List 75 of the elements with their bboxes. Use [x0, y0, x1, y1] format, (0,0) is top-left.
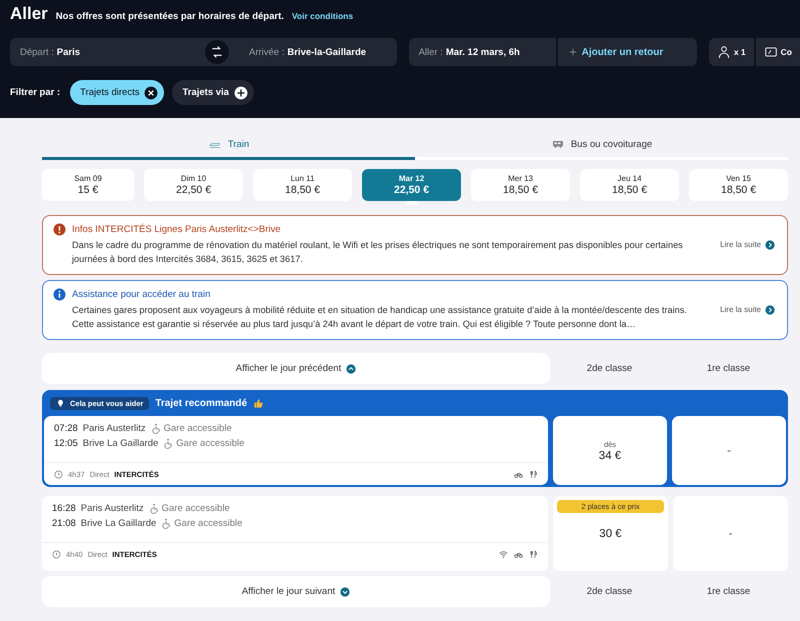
- outbound-date-field[interactable]: Aller : Mar. 12 mars, 6h: [408, 38, 558, 66]
- first-class-price[interactable]: -: [672, 416, 786, 485]
- alert-title: Infos INTERCITÉS Lignes Paris Austerlitz<>Brive: [72, 224, 281, 235]
- price-amount: 34 €: [598, 450, 622, 462]
- stop-time: 07:28: [54, 423, 78, 434]
- class-heading: 1re classe: [706, 363, 752, 374]
- swap-button[interactable]: [205, 40, 229, 64]
- price-amount: -: [727, 444, 731, 456]
- page-title: Aller: [10, 4, 48, 24]
- class-heading: 2de classe: [586, 586, 634, 597]
- wifi-icon: [499, 550, 508, 558]
- station-name: Paris Austerlitz: [80, 503, 144, 514]
- station-name: Paris Austerlitz: [82, 423, 146, 434]
- date-card[interactable]: Sam 09 15 €: [42, 169, 134, 201]
- chevron-up-icon: [346, 364, 356, 374]
- wheelchair-icon: [163, 438, 174, 449]
- lightbulb-icon: [56, 398, 65, 408]
- wheelchair-icon: [148, 503, 160, 514]
- chevron-down-icon: [340, 586, 350, 596]
- add-return-button[interactable]: Ajouter un retour: [558, 38, 674, 66]
- stop-time: 21:08: [52, 518, 76, 529]
- date-card[interactable]: Mer 13 18,50 €: [471, 169, 570, 201]
- plus-icon: [234, 86, 248, 100]
- discount-card-button[interactable]: Co: [756, 38, 800, 66]
- read-more-link[interactable]: Lire la suite: [720, 240, 775, 250]
- accessibility-label: Gare accessible: [162, 503, 230, 514]
- date-card[interactable]: Dim 10 22,50 €: [144, 169, 244, 201]
- passengers-button[interactable]: x 1: [708, 38, 756, 66]
- cutlery-icon: [529, 550, 538, 558]
- price-amount: 30 €: [599, 528, 622, 540]
- read-more-link[interactable]: Lire la suite: [720, 304, 775, 314]
- previous-day-button[interactable]: Afficher le jour précédent: [42, 353, 550, 384]
- filter-chip[interactable]: Trajets directs: [70, 80, 164, 105]
- class-heading: 2de classe: [586, 363, 634, 374]
- card-icon: [764, 45, 778, 59]
- station-name: Brive La Gaillarde: [82, 438, 158, 449]
- chevron-right-icon: [765, 304, 775, 314]
- first-class-price[interactable]: -: [673, 496, 788, 571]
- alert-text: Certaines gares proposent aux voyageurs à mobilité réduite et en situation de handicap une assistance gratuite d’aide à la montée/descente des trains. Cette assistance est garantie si réservée au plus tard jusqu’à 24h avant le départ de votre train. Qui est éligible ? Toute personne dont la…: [72, 304, 688, 331]
- date-card[interactable]: Jeu 14 18,50 €: [580, 169, 680, 201]
- stop-time: 12:05: [54, 438, 78, 449]
- wheelchair-icon: [161, 518, 172, 529]
- accessibility-label: Gare accessible: [164, 423, 232, 434]
- page-subtitle: Nos offres sont présentées par horaires de départ.: [56, 11, 284, 22]
- next-day-button[interactable]: Afficher le jour suivant: [42, 576, 550, 607]
- alert-title: Assistance pour accéder au train: [72, 289, 210, 300]
- filter-label: Filtrer par :: [10, 87, 60, 98]
- clock-icon: [54, 470, 63, 478]
- wheelchair-icon: [150, 423, 162, 434]
- close-icon: [144, 86, 158, 100]
- info-icon: [53, 288, 66, 301]
- station-name: Brive La Gaillarde: [80, 518, 156, 529]
- departure-field[interactable]: Départ : Paris: [10, 38, 205, 66]
- chevron-right-icon: [765, 240, 775, 250]
- bus-icon: [550, 138, 565, 150]
- arrival-field[interactable]: Arrivée : Brive-la-Gaillarde: [239, 38, 397, 66]
- clock-icon: [52, 550, 61, 558]
- accessibility-label: Gare accessible: [174, 518, 242, 529]
- mode-tab[interactable]: Bus ou covoiturage: [415, 138, 788, 160]
- conditions-link[interactable]: Voir conditions: [292, 11, 354, 21]
- class-heading: 1re classe: [706, 586, 752, 597]
- recommended-title: Trajet recommandé: [155, 398, 248, 408]
- person-icon: [716, 45, 731, 59]
- price-amount: -: [728, 528, 732, 540]
- thumbs-up-icon: [253, 398, 264, 408]
- plus-icon: [568, 47, 578, 57]
- cutlery-icon: [529, 470, 538, 478]
- warning-icon: [53, 223, 66, 236]
- mode-tab[interactable]: Train: [42, 138, 415, 160]
- accessibility-label: Gare accessible: [176, 438, 244, 449]
- alert-text: Dans le cadre du programme de rénovation du matériel roulant, le Wifi et les prises électriques ne sont temporairement pas disponibles pour certaines journées à bord des Intercités 3684, 3615, 3625 et 3617.: [72, 239, 684, 266]
- date-card[interactable]: Ven 15 18,50 €: [689, 169, 788, 201]
- stop-time: 16:28: [52, 503, 76, 514]
- date-card[interactable]: Lun 11 18,50 €: [253, 169, 352, 201]
- filter-chip[interactable]: Trajets via: [172, 80, 254, 105]
